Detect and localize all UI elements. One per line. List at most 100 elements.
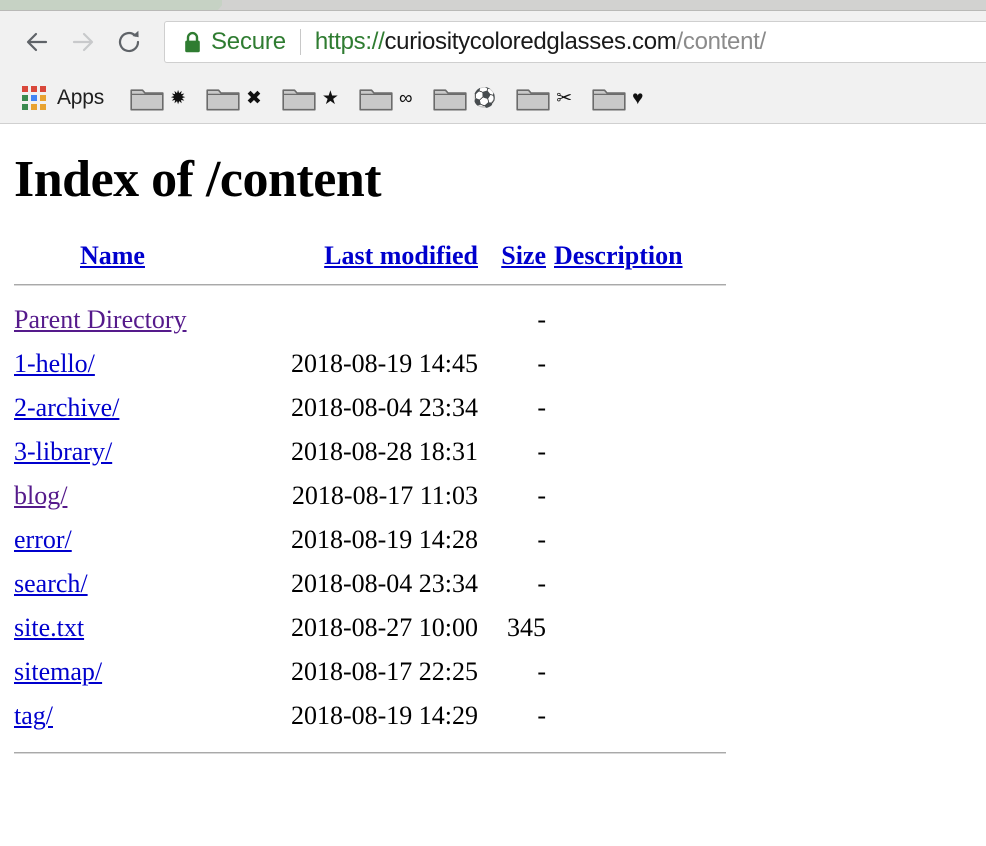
omnibox-divider: [299, 29, 301, 55]
entry-name-link[interactable]: blog/: [14, 481, 67, 510]
entry-last-modified: 2018-08-17 11:03: [291, 481, 478, 510]
reload-button[interactable]: [106, 19, 152, 65]
entry-name-cell: 2-archive/: [14, 386, 260, 430]
apps-grid-cell: [40, 86, 46, 92]
entry-last-modified: 2018-08-04 23:34: [290, 393, 478, 422]
column-header-last-modified[interactable]: Last modified: [260, 241, 488, 273]
entry-size: -: [537, 569, 546, 598]
forward-button[interactable]: [60, 19, 106, 65]
bookmark-folder-2[interactable]: ✖: [206, 86, 262, 111]
bookmark-glyph-icon: ∞: [398, 87, 413, 109]
bookmark-folder-list: ✹ ✖ ★ ∞ ⚽ ✂ ♥: [130, 86, 663, 111]
bookmark-folder-7[interactable]: ♥: [592, 86, 643, 111]
table-row: error/2018-08-19 14:28 -: [14, 518, 726, 562]
table-row: site.txt 2018-08-27 10:00 345: [14, 606, 726, 650]
apps-grid-cell: [22, 104, 28, 110]
entry-size: -: [537, 393, 546, 422]
bookmark-glyph-icon: ✹: [170, 87, 186, 109]
apps-grid-cell: [22, 95, 28, 101]
folder-icon: [432, 86, 467, 111]
folder-icon: [359, 86, 393, 111]
table-row: 2-archive/2018-08-04 23:34 -: [14, 386, 726, 430]
entry-description: [554, 562, 726, 606]
entry-last-modified: 2018-08-19 14:45: [290, 349, 478, 378]
entry-name-link[interactable]: site.txt: [14, 613, 84, 642]
table-row: 1-hello/2018-08-19 14:45 -: [14, 342, 726, 386]
column-header-last-modified-link[interactable]: Last modified: [324, 241, 478, 270]
address-bar[interactable]: Secure https://curiositycoloredglasses.c…: [164, 21, 986, 63]
entry-size: -: [537, 305, 546, 334]
entry-name-cell: error/: [14, 518, 260, 562]
bookmark-folder-5[interactable]: ⚽: [432, 86, 496, 111]
entry-name-cell: 3-library/: [14, 430, 260, 474]
table-row: Parent Directory -: [14, 298, 726, 342]
column-header-size[interactable]: Size: [488, 241, 554, 273]
entry-description: [554, 694, 726, 738]
apps-grid-cell: [31, 104, 37, 110]
entry-description: [554, 430, 726, 474]
bookmark-folder-4[interactable]: ∞: [359, 86, 413, 111]
url-host: curiositycoloredglasses.com: [384, 28, 677, 55]
directory-listing: Name Last modified Size Description Pare…: [14, 241, 726, 754]
column-header-description[interactable]: Description: [554, 241, 726, 273]
column-header-description-link[interactable]: Description: [554, 241, 683, 270]
entry-size: -: [537, 437, 546, 466]
entry-description: [554, 650, 726, 694]
entry-size: -: [537, 657, 546, 686]
listing-top-rule: [14, 284, 726, 286]
entry-size: -: [537, 701, 546, 730]
entry-size: -: [537, 525, 546, 554]
entry-last-modified: 2018-08-04 23:34: [290, 569, 478, 598]
entry-name-link[interactable]: error/: [14, 525, 72, 554]
entry-description: [554, 342, 726, 386]
entry-name-link[interactable]: 1-hello/: [14, 349, 95, 378]
entry-last-modified: 2018-08-17 22:25: [290, 657, 478, 686]
entry-name-cell: Parent Directory: [14, 298, 260, 342]
apps-grid-cell: [31, 86, 37, 92]
entry-description: [554, 474, 726, 518]
entry-last-modified: [260, 298, 488, 342]
apps-shortcut[interactable]: Apps: [22, 86, 104, 110]
entry-name-cell: sitemap/: [14, 650, 260, 694]
entry-name-link[interactable]: search/: [14, 569, 88, 598]
entry-name-link[interactable]: 3-library/: [14, 437, 112, 466]
entry-name-link[interactable]: tag/: [14, 701, 53, 730]
entry-last-modified: 2018-08-27 10:00: [290, 613, 478, 642]
secure-badge-label: Secure: [211, 28, 286, 55]
directory-index-table: Name Last modified Size Description Pare…: [14, 241, 726, 738]
entry-description: [554, 298, 726, 342]
folder-icon: [592, 86, 626, 111]
entry-last-modified: 2018-08-19 14:29: [290, 701, 478, 730]
apps-grid-icon: [22, 86, 46, 110]
entry-description: [554, 606, 726, 650]
apps-grid-cell: [22, 86, 28, 92]
bookmark-folder-1[interactable]: ✹: [130, 86, 186, 111]
table-header-row: Name Last modified Size Description: [14, 241, 726, 273]
entry-name-link[interactable]: 2-archive/: [14, 393, 119, 422]
bookmark-folder-3[interactable]: ★: [282, 86, 339, 111]
column-header-name[interactable]: Name: [14, 241, 260, 273]
entry-name-link[interactable]: Parent Directory: [14, 305, 187, 334]
bookmark-folder-6[interactable]: ✂: [516, 86, 572, 111]
apps-grid-cell: [40, 104, 46, 110]
listing-bottom-rule: [14, 752, 726, 754]
tab-strip: [0, 0, 986, 11]
page-title: Index of /content: [14, 151, 382, 208]
entry-name-cell: tag/: [14, 694, 260, 738]
entry-last-modified: 2018-08-19 14:28: [290, 525, 478, 554]
browser-tab-active[interactable]: [0, 0, 222, 10]
lock-icon: [183, 31, 202, 54]
table-row: 3-library/2018-08-28 18:31 -: [14, 430, 726, 474]
folder-icon: [206, 86, 240, 111]
url-scheme: https://: [314, 28, 385, 55]
column-header-size-link[interactable]: Size: [501, 241, 546, 270]
apps-label: Apps: [57, 86, 105, 109]
entry-name-link[interactable]: sitemap/: [14, 657, 102, 686]
back-button[interactable]: [14, 19, 60, 65]
url-text: https://curiositycoloredglasses.com/cont…: [315, 28, 766, 56]
table-row: sitemap/2018-08-17 22:25 -: [14, 650, 726, 694]
column-header-name-link[interactable]: Name: [14, 241, 145, 271]
entry-size: -: [537, 349, 546, 378]
entry-size: -: [537, 481, 546, 510]
url-path: /content/: [676, 28, 767, 55]
